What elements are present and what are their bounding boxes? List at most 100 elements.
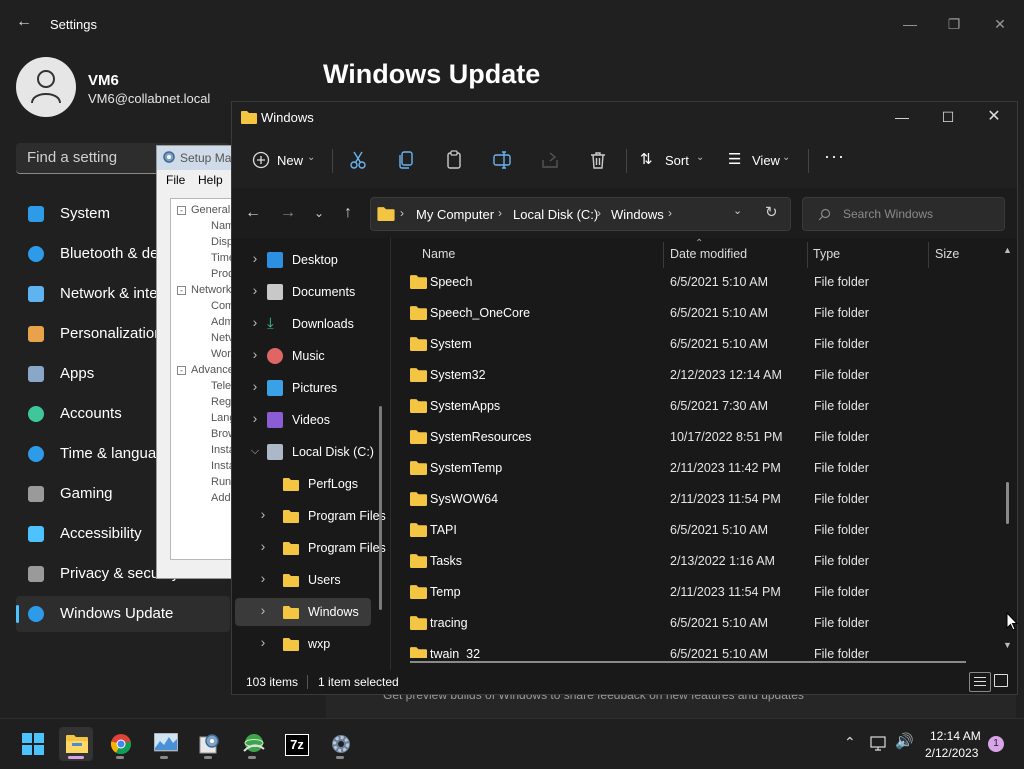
setup-manager-tree[interactable]: - General Nam Disp Time Prod - Network Com Adm Net… bbox=[170, 198, 237, 560]
address-dropdown-icon[interactable]: ⌄ bbox=[733, 204, 742, 217]
column-separator[interactable] bbox=[807, 242, 808, 268]
column-separator[interactable] bbox=[663, 242, 664, 268]
minimize-icon[interactable]: — bbox=[888, 107, 916, 127]
chevron-right-icon[interactable]: › bbox=[257, 602, 269, 618]
chevron-right-icon[interactable]: › bbox=[257, 634, 269, 650]
pane-divider[interactable] bbox=[390, 238, 391, 670]
setup-manager-titlebar[interactable]: Setup Ma bbox=[157, 146, 237, 170]
table-row[interactable]: SystemTemp 2/11/2023 11:42 PM File folder bbox=[392, 453, 992, 484]
clock-date[interactable]: 2/12/2023 bbox=[925, 746, 978, 760]
chevron-right-icon[interactable]: › bbox=[249, 410, 261, 426]
table-row[interactable]: SysWOW64 2/11/2023 11:54 PM File folder bbox=[392, 484, 992, 515]
settings-nav-windows-update[interactable]: Windows Update bbox=[16, 596, 230, 632]
table-row[interactable]: Speech_OneCore 6/5/2021 5:10 AM File folde… bbox=[392, 298, 992, 329]
network-icon[interactable] bbox=[870, 736, 888, 752]
breadcrumb-local-disk[interactable]: Local Disk (C:) bbox=[513, 207, 598, 222]
nav-tree-item[interactable]: ⌵ Local Disk (C:) bbox=[235, 438, 374, 466]
copy-icon[interactable] bbox=[396, 150, 416, 170]
taskbar-chrome[interactable] bbox=[103, 727, 137, 761]
recent-chevron-icon[interactable]: ⌄ bbox=[307, 201, 331, 225]
menu-help[interactable]: Help bbox=[198, 173, 223, 187]
column-name[interactable]: Name bbox=[422, 247, 455, 261]
table-row[interactable]: SystemApps 6/5/2021 7:30 AM File folder bbox=[392, 391, 992, 422]
refresh-icon[interactable]: ↻ bbox=[765, 203, 778, 221]
show-hidden-icons-chevron-icon[interactable]: ⌃ bbox=[844, 734, 856, 751]
delete-icon[interactable] bbox=[588, 150, 608, 170]
table-row[interactable]: SystemResources 10/17/2022 8:51 PM File fo… bbox=[392, 422, 992, 453]
address-bar[interactable]: › My Computer › Local Disk (C:) › Window… bbox=[370, 197, 791, 231]
tree-collapse-icon[interactable]: - bbox=[177, 206, 186, 215]
search-input[interactable]: Search Windows bbox=[802, 197, 1005, 231]
scroll-down-icon[interactable]: ▼ bbox=[1003, 640, 1012, 650]
notification-badge[interactable]: 1 bbox=[988, 736, 1004, 752]
tree-collapse-icon[interactable]: - bbox=[177, 286, 186, 295]
large-icons-view-icon[interactable] bbox=[994, 674, 1008, 687]
chevron-right-icon[interactable]: › bbox=[249, 378, 261, 394]
column-separator[interactable] bbox=[928, 242, 929, 268]
chevron-right-icon[interactable]: › bbox=[249, 314, 261, 330]
setup-tree-node[interactable]: Run bbox=[211, 476, 231, 488]
chevron-right-icon[interactable]: › bbox=[257, 506, 269, 522]
start-button[interactable] bbox=[15, 727, 49, 761]
chevron-down-icon[interactable]: ⌵ bbox=[249, 445, 261, 458]
taskbar-settings[interactable] bbox=[323, 727, 357, 761]
setup-tree-node[interactable]: Disp bbox=[211, 236, 233, 248]
new-button[interactable]: New ⌄ bbox=[252, 146, 318, 174]
cut-icon[interactable] bbox=[348, 150, 368, 170]
table-row[interactable]: TAPI 6/5/2021 5:10 AM File folder bbox=[392, 515, 992, 546]
table-row[interactable]: Temp 2/11/2023 11:54 PM File folder bbox=[392, 577, 992, 608]
chevron-right-icon[interactable]: › bbox=[257, 570, 269, 586]
chevron-right-icon[interactable]: › bbox=[257, 538, 269, 554]
navigation-scrollbar[interactable] bbox=[379, 406, 382, 610]
table-row[interactable]: System 6/5/2021 5:10 AM File folder bbox=[392, 329, 992, 360]
nav-tree-item[interactable]: › Desktop bbox=[235, 246, 371, 274]
nav-tree-item[interactable]: › ⤓ Downloads bbox=[235, 310, 371, 338]
minimize-icon[interactable]: — bbox=[896, 14, 924, 34]
details-view-icon[interactable] bbox=[969, 672, 991, 692]
nav-tree-item[interactable]: › wxp bbox=[235, 630, 371, 658]
sort-button[interactable]: ⇅ Sort ⌄ bbox=[640, 146, 704, 174]
view-button[interactable]: ☰ View ⌄ bbox=[728, 146, 794, 174]
up-arrow-icon[interactable]: ↑ bbox=[336, 201, 360, 225]
column-date-modified[interactable]: Date modified bbox=[670, 247, 747, 261]
file-list[interactable]: ⌃ Name Date modified Type Size Speech 6/5… bbox=[392, 238, 1016, 658]
horizontal-scrollbar[interactable] bbox=[410, 661, 966, 663]
file-explorer-window[interactable]: Windows — ☐ ✕ New ⌄ ⇅ Sort ⌄ ☰ View ⌄ ··… bbox=[231, 101, 1018, 695]
table-row[interactable]: twain_32 6/5/2021 5:10 AM File folder bbox=[392, 639, 992, 658]
back-arrow-icon[interactable]: ← bbox=[241, 201, 265, 225]
table-row[interactable]: tracing 6/5/2021 5:10 AM File folder bbox=[392, 608, 992, 639]
breadcrumb-my-computer[interactable]: My Computer bbox=[416, 207, 494, 222]
nav-tree-item[interactable]: › Users bbox=[235, 566, 371, 594]
taskbar-resource-monitor[interactable] bbox=[147, 727, 181, 761]
taskbar-setup-manager[interactable] bbox=[191, 727, 225, 761]
navigation-pane[interactable]: › Desktop › Documents › ⤓ Downloads › Music › Pict… bbox=[232, 238, 388, 670]
menu-file[interactable]: File bbox=[166, 173, 185, 187]
nav-tree-item[interactable]: › Program Files bbox=[235, 502, 386, 530]
back-arrow-icon[interactable]: ← bbox=[14, 12, 34, 32]
more-options-icon[interactable]: ··· bbox=[824, 146, 848, 174]
column-type[interactable]: Type bbox=[813, 247, 840, 261]
paste-icon[interactable] bbox=[444, 150, 464, 170]
taskbar-file-explorer[interactable] bbox=[59, 727, 93, 761]
nav-tree-item[interactable]: › Documents bbox=[235, 278, 371, 306]
nav-tree-item[interactable]: › Windows bbox=[235, 598, 371, 626]
setup-tree-node[interactable]: Advance bbox=[191, 364, 234, 376]
tree-collapse-icon[interactable]: - bbox=[177, 366, 186, 375]
nav-tree-item[interactable]: › Pictures bbox=[235, 374, 371, 402]
nav-tree-item[interactable]: PerfLogs bbox=[235, 470, 371, 498]
share-icon[interactable] bbox=[540, 150, 560, 170]
taskbar-7zip[interactable]: 7z bbox=[279, 727, 313, 761]
nav-tree-item[interactable]: › Music bbox=[235, 342, 371, 370]
clock-time[interactable]: 12:14 AM bbox=[930, 729, 981, 743]
rename-icon[interactable] bbox=[492, 150, 512, 170]
chevron-right-icon[interactable]: › bbox=[249, 346, 261, 362]
taskbar-network-tool[interactable] bbox=[235, 727, 269, 761]
setup-tree-node[interactable]: Network bbox=[191, 284, 231, 296]
vertical-scrollbar[interactable] bbox=[1006, 482, 1009, 524]
setup-tree-node[interactable]: General bbox=[191, 204, 230, 216]
setup-manager-window[interactable]: Setup Ma File Help - General Nam Disp Time Pr… bbox=[156, 145, 238, 579]
maximize-icon[interactable]: ☐ bbox=[934, 107, 962, 127]
setup-tree-node[interactable]: Wor bbox=[211, 348, 231, 360]
chevron-right-icon[interactable]: › bbox=[249, 282, 261, 298]
close-icon[interactable]: ✕ bbox=[986, 14, 1014, 34]
